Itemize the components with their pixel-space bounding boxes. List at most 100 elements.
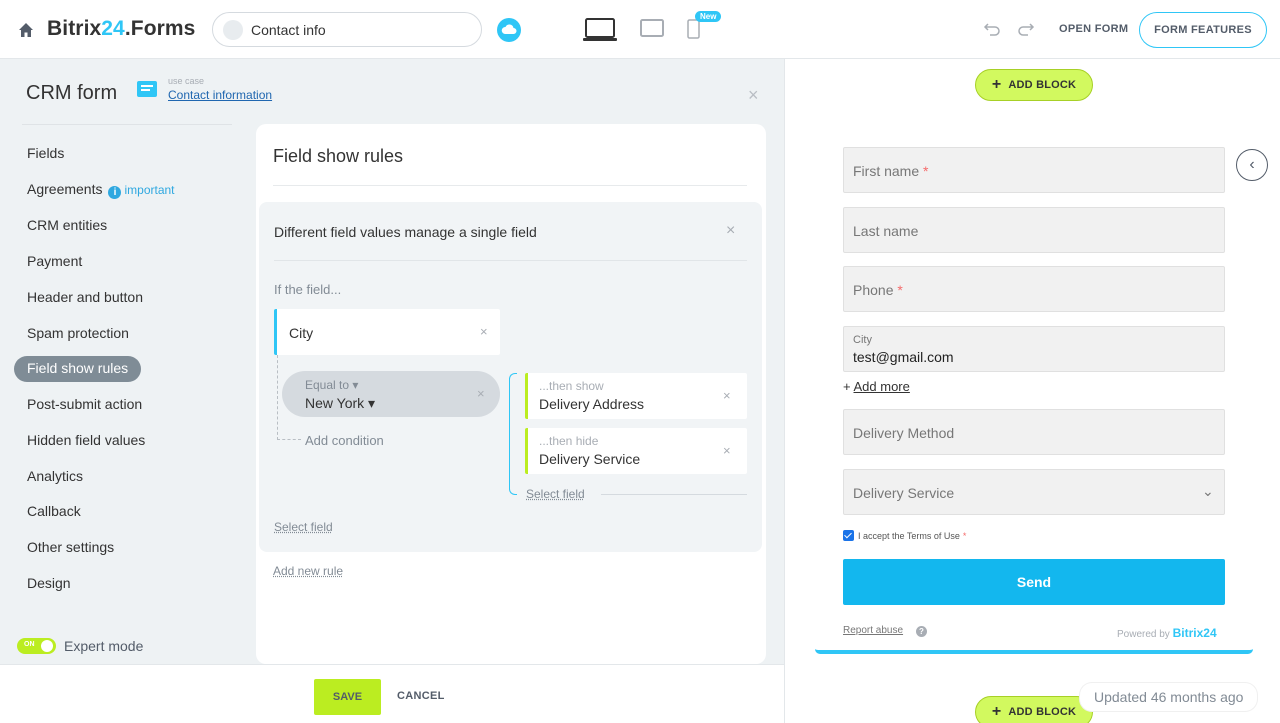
nav-payment[interactable]: Payment [14,249,95,275]
close-panel-icon[interactable]: × [748,85,759,106]
phone-placeholder: Phone * [853,282,903,298]
select-action-field-link[interactable]: Select field [526,487,585,501]
form-image-icon [223,20,243,40]
chevron-left-icon[interactable]: ‹ [1236,149,1268,181]
top-bar: Bitrix24.Forms Contact info New OPEN FOR… [0,0,1280,59]
form-name-field[interactable]: Contact info [212,12,482,47]
nav-field-show-rules[interactable]: Field show rules [14,356,141,382]
tablet-view-icon[interactable] [640,19,664,37]
nav-other-settings[interactable]: Other settings [14,535,127,561]
nav-spam-protection[interactable]: Spam protection [14,321,142,347]
delivery-service-select[interactable]: Delivery Service ⌄ [843,469,1225,515]
terms-checkbox[interactable] [843,530,854,541]
action-field: Delivery Service [539,451,640,467]
last-name-input[interactable]: Last name [843,207,1225,253]
divider [273,185,747,186]
cloud-icon[interactable] [497,18,521,42]
remove-action-icon[interactable]: × [723,388,731,403]
redo-icon[interactable] [1017,21,1035,37]
city-label: City [853,334,872,346]
divider [601,494,747,495]
save-button[interactable]: SAVE [314,679,381,715]
condition-pill[interactable]: Equal to ▾ New York ▾ × [282,371,500,417]
rule-title: Different field values manage a single f… [274,224,537,240]
nav-fields[interactable]: Fields [14,141,77,167]
add-block-label: ADD BLOCK [1008,706,1076,718]
city-value: test@gmail.com [853,349,954,365]
use-case-caption: use case [168,76,204,86]
first-name-input[interactable]: First name * [843,147,1225,193]
city-input[interactable]: City test@gmail.com [843,326,1225,372]
desktop-view-icon[interactable] [583,18,617,42]
rule-block: Different field values manage a single f… [259,202,762,552]
first-name-placeholder: First name * [853,163,928,179]
card-title: Field show rules [273,146,403,167]
app-logo: Bitrix24.Forms [47,17,195,41]
nav-agreements-label: Agreements [27,181,102,197]
report-abuse-link[interactable]: Report abuse [843,625,903,636]
expert-mode-toggle[interactable]: ON [17,638,56,654]
toggle-state-label: ON [24,641,35,648]
panel-title: CRM form [26,82,117,105]
remove-condition-icon[interactable]: × [477,386,485,401]
if-field-label: If the field... [274,282,341,297]
add-more-link[interactable]: + Add more [843,379,910,394]
nav-design[interactable]: Design [14,571,84,597]
open-form-link[interactable]: OPEN FORM [1059,23,1128,35]
divider [274,260,747,261]
source-field-select[interactable]: City × [274,309,500,355]
powered-by: Powered by Bitrix24 [1117,626,1217,640]
use-case-link[interactable]: Contact information [168,88,272,102]
source-field-value: City [289,325,313,341]
add-new-rule-link[interactable]: Add new rule [273,564,343,578]
powered-by-label: Powered by [1117,629,1170,640]
expert-mode-label: Expert mode [64,638,143,654]
remove-field-icon[interactable]: × [480,324,488,339]
delivery-service-placeholder: Delivery Service [853,485,954,501]
nav-callback[interactable]: Callback [14,499,94,525]
field-show-rules-card: Field show rules Different field values … [256,124,766,664]
select-field-link[interactable]: Select field [274,520,333,534]
send-button[interactable]: Send [843,559,1225,605]
terms-agreement[interactable]: I accept the Terms of Use * [843,530,966,541]
connector-line [277,439,301,440]
required-mark: * [963,531,967,541]
add-condition-link[interactable]: Add condition [305,433,384,448]
form-preview: + ADD BLOCK ‹ First name * Last name Phon… [784,59,1280,723]
action-show[interactable]: ...then show Delivery Address × [525,373,747,419]
plus-icon: + [992,76,1002,94]
condition-operator[interactable]: Equal to ▾ [305,378,358,392]
nav-hidden-field-values[interactable]: Hidden field values [14,428,158,454]
toggle-knob [41,640,53,652]
chevron-down-icon: ⌄ [1202,483,1214,500]
info-icon: i [108,186,121,199]
add-block-label: ADD BLOCK [1008,79,1076,91]
remove-action-icon[interactable]: × [723,443,731,458]
delete-rule-icon[interactable]: × [726,222,735,240]
add-block-button-bottom[interactable]: + ADD BLOCK [975,696,1093,723]
nav-analytics[interactable]: Analytics [14,464,96,490]
home-icon[interactable] [18,22,34,38]
undo-icon[interactable] [983,21,1001,37]
footer-bar: SAVE CANCEL [0,664,784,723]
connector-line [277,355,278,440]
condition-value-label: New York [305,395,364,411]
nav-header-and-button[interactable]: Header and button [14,285,156,311]
nav-crm-entities[interactable]: CRM entities [14,213,120,239]
phone-input[interactable]: Phone * [843,266,1225,312]
mobile-view-icon[interactable] [687,19,700,39]
important-badge: i important [108,183,174,197]
form-name-text: Contact info [251,22,326,38]
nav-agreements[interactable]: Agreements i important [14,177,188,203]
delivery-method-input[interactable]: Delivery Method [843,409,1225,455]
nav-post-submit-action[interactable]: Post-submit action [14,392,155,418]
condition-value[interactable]: New York ▾ [305,395,375,412]
form-features-button[interactable]: FORM FEATURES [1139,12,1267,48]
last-name-placeholder: Last name [853,223,918,239]
updated-status: Updated 46 months ago [1080,683,1257,711]
action-hide[interactable]: ...then hide Delivery Service × [525,428,747,474]
cancel-button[interactable]: CANCEL [397,690,445,702]
condition-operator-label: Equal to [305,378,349,392]
add-block-button[interactable]: + ADD BLOCK [975,69,1093,101]
help-icon[interactable]: ? [916,626,927,637]
